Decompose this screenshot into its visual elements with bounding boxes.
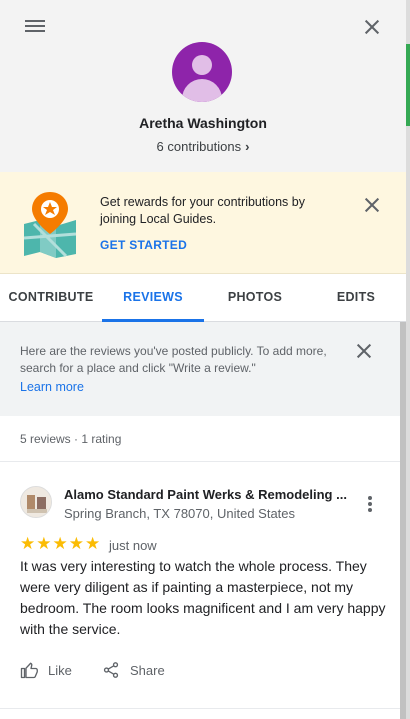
banner-message: Get rewards for your contributions by jo… <box>100 195 305 226</box>
share-icon <box>103 662 119 678</box>
close-icon[interactable] <box>361 16 383 38</box>
info-message: Here are the reviews you've posted publi… <box>20 344 327 375</box>
reviews-count: 5 reviews · 1 rating <box>20 432 122 446</box>
contributions-panel: Aretha Washington 6 contributions › Get r… <box>0 0 406 719</box>
review-time: just now <box>109 538 157 553</box>
star-rating: ★★★★★ <box>20 534 102 553</box>
tab-contribute[interactable]: CONTRIBUTE <box>0 274 102 322</box>
profile-header: Aretha Washington 6 contributions › <box>0 0 406 172</box>
contributions-link[interactable]: 6 contributions › <box>0 139 406 154</box>
contributions-count: 6 contributions <box>156 139 242 154</box>
place-name-link[interactable]: Alamo Standard Paint Werks & Remodeling … <box>64 487 359 502</box>
tab-bar: CONTRIBUTE REVIEWS PHOTOS EDITS <box>0 274 406 322</box>
close-banner-icon[interactable] <box>361 194 383 216</box>
tab-photos[interactable]: PHOTOS <box>204 274 306 322</box>
thumbs-up-icon <box>20 662 38 679</box>
local-guides-banner: Get rewards for your contributions by jo… <box>0 172 406 274</box>
learn-more-link[interactable]: Learn more <box>20 380 84 394</box>
review-text: It was very interesting to watch the who… <box>20 558 386 637</box>
get-started-button[interactable]: GET STARTED <box>100 238 187 252</box>
like-label: Like <box>48 662 72 678</box>
reviews-info-box: Here are the reviews you've posted publi… <box>0 322 402 416</box>
divider <box>0 708 400 709</box>
place-thumbnail[interactable] <box>20 486 52 518</box>
share-label: Share <box>130 662 165 678</box>
close-info-icon[interactable] <box>353 340 375 362</box>
reviews-summary: 5 reviews · 1 rating <box>0 416 400 462</box>
more-options-icon[interactable] <box>364 494 376 516</box>
tab-reviews[interactable]: REVIEWS <box>102 274 204 322</box>
place-address: Spring Branch, TX 78070, United States <box>64 506 296 521</box>
map-edge <box>406 0 410 719</box>
hamburger-menu-icon[interactable] <box>24 17 46 39</box>
local-guides-map-pin-icon <box>23 192 77 258</box>
tab-edits[interactable]: EDITS <box>306 274 406 322</box>
avatar <box>172 42 232 102</box>
chevron-right-icon: › <box>245 139 250 154</box>
like-button[interactable]: Like <box>20 658 72 682</box>
place-photo-icon <box>21 487 51 517</box>
user-name: Aretha Washington <box>139 115 267 131</box>
share-button[interactable]: Share <box>102 658 165 682</box>
